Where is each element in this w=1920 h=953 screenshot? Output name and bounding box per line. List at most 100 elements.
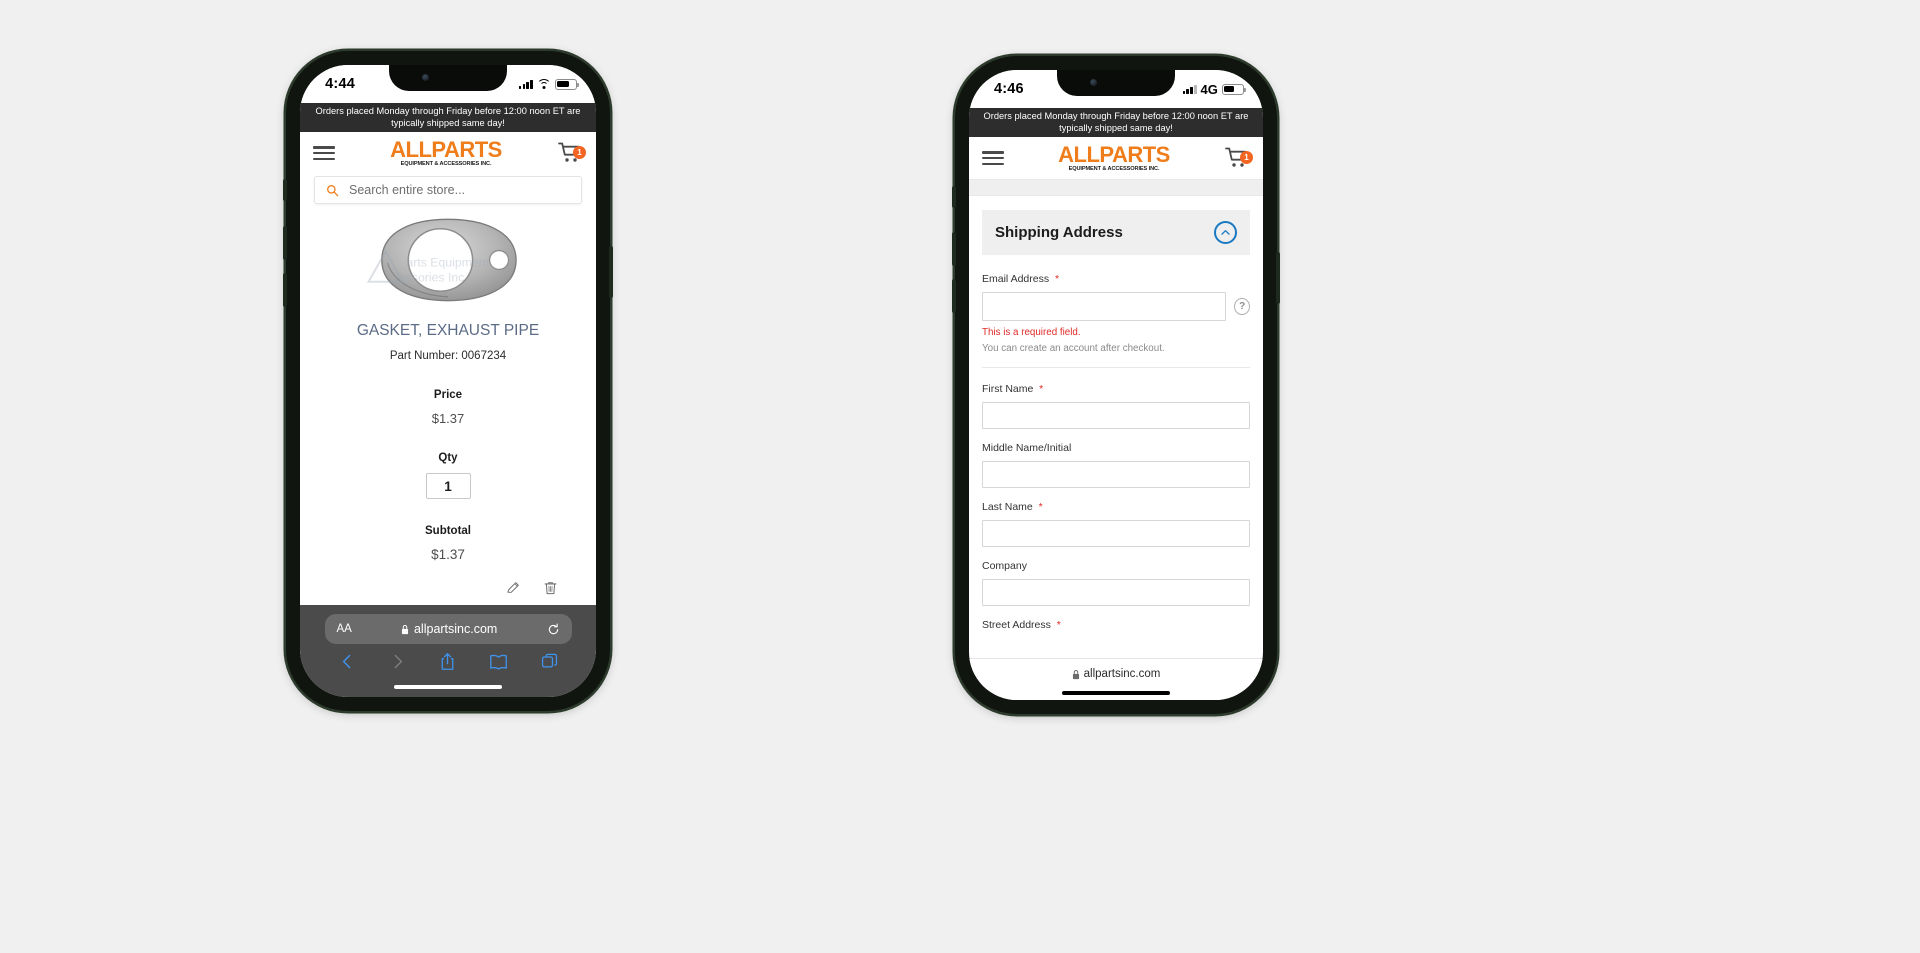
hamburger-icon[interactable] xyxy=(982,151,1004,165)
phone-left-power-button[interactable] xyxy=(609,246,613,298)
field-street-address: Street Address * xyxy=(969,606,1263,631)
safari-minimized-bar[interactable]: allpartsinc.com xyxy=(969,658,1263,700)
required-marker: * xyxy=(1036,383,1044,396)
cart-count-value: 1 xyxy=(577,148,582,158)
status-bar-left: 4:44 xyxy=(300,65,596,103)
site-header-left: ALLPARTS EQUIPMENT & ACCESSORIES INC. 1 xyxy=(300,132,596,175)
promo-banner-text: Orders placed Monday through Friday befo… xyxy=(315,106,581,128)
lock-icon xyxy=(401,624,409,634)
battery-icon xyxy=(554,78,579,90)
wifi-icon xyxy=(536,79,551,89)
phone-right: 4:46 4G Orders placed Monday through Fri… xyxy=(952,56,1280,714)
email-hint: You can create an account after checkout… xyxy=(982,343,1165,355)
book-icon[interactable] xyxy=(489,654,508,670)
field-label: First Name * xyxy=(982,383,1250,395)
email-field[interactable] xyxy=(982,292,1227,322)
pencil-icon[interactable] xyxy=(506,580,521,595)
field-first-name: First Name * xyxy=(969,368,1263,430)
status-bar-right: 4:46 4G xyxy=(969,70,1263,108)
text-size-button[interactable]: AA xyxy=(337,623,352,635)
safari-url-center: allpartsinc.com xyxy=(401,622,497,636)
exhaust-gasket-image: arts Equipment essories Inc. xyxy=(366,218,517,302)
logo-sub-text: EQUIPMENT & ACCESSORIES INC. xyxy=(400,160,492,167)
phone-right-volume-down[interactable] xyxy=(952,279,956,313)
logo-sub-text: EQUIPMENT & ACCESSORIES INC. xyxy=(1068,165,1160,172)
trash-icon[interactable] xyxy=(543,580,558,596)
front-camera xyxy=(421,74,429,81)
field-label: Company xyxy=(982,560,1027,573)
phone-right-silent-switch[interactable] xyxy=(952,186,956,208)
chevron-up-icon xyxy=(1221,230,1230,235)
phone-left-volume-up[interactable] xyxy=(283,226,287,260)
field-label: Email Address * xyxy=(982,273,1250,285)
screenshot-canvas: 4:44 Orders placed Monday through Friday… xyxy=(0,0,1920,953)
chevron-right-icon xyxy=(394,654,402,669)
promo-banner: Orders placed Monday through Friday befo… xyxy=(300,103,596,133)
signal-bars-icon xyxy=(1182,84,1197,94)
field-email-address: Email Address * ? This is a required fie… xyxy=(969,255,1263,354)
cart-button[interactable]: 1 xyxy=(1224,146,1253,170)
reload-icon[interactable] xyxy=(547,623,560,636)
required-marker: * xyxy=(1053,619,1061,632)
email-error-message: This is a required field. xyxy=(982,327,1081,339)
status-time: 4:46 xyxy=(993,81,1024,97)
phone-left-silent-switch[interactable] xyxy=(283,179,287,201)
notch xyxy=(389,65,507,91)
product-image: arts Equipment essories Inc. xyxy=(316,214,580,306)
cart-count-badge: 1 xyxy=(1239,151,1253,165)
search-icon xyxy=(327,184,339,197)
share-icon[interactable] xyxy=(439,652,456,671)
shipping-address-section-header[interactable]: Shipping Address xyxy=(982,210,1250,256)
field-label-text: Email Address xyxy=(982,273,1050,286)
qty-row: 1 xyxy=(316,473,580,500)
promo-banner: Orders placed Monday through Friday befo… xyxy=(969,108,1263,138)
subtotal-value: $1.37 xyxy=(431,547,465,563)
tabs-icon[interactable] xyxy=(541,653,558,670)
logo-main-text: ALLPARTS xyxy=(390,136,502,162)
field-middle-name: Middle Name/Initial xyxy=(969,429,1263,489)
signal-bars-icon xyxy=(518,79,533,89)
home-indicator xyxy=(1062,691,1170,695)
status-time: 4:44 xyxy=(325,76,355,92)
safari-nav-tools xyxy=(300,652,596,671)
battery-icon xyxy=(1221,83,1247,95)
phone-left-volume-down[interactable] xyxy=(283,273,287,307)
promo-banner-text: Orders placed Monday through Friday befo… xyxy=(983,111,1249,133)
section-title: Shipping Address xyxy=(995,224,1123,242)
svg-text:essories Inc.: essories Inc. xyxy=(399,271,468,285)
safari-url-bar[interactable]: AA allpartsinc.com xyxy=(324,614,572,644)
last-name-field[interactable] xyxy=(982,520,1250,548)
field-company: Company xyxy=(969,547,1263,607)
safari-url-text: allpartsinc.com xyxy=(1083,668,1161,680)
qty-label: Qty xyxy=(438,452,458,465)
site-logo[interactable]: ALLPARTS EQUIPMENT & ACCESSORIES INC. xyxy=(390,136,502,168)
collapsed-section-strip[interactable] xyxy=(969,180,1263,196)
chevron-left-icon[interactable] xyxy=(339,653,356,670)
search-input[interactable]: Search entire store... xyxy=(314,176,582,205)
company-field[interactable] xyxy=(982,579,1250,607)
price-value: $1.37 xyxy=(431,411,465,427)
product-detail: arts Equipment essories Inc. GASKET, EXH… xyxy=(300,214,596,596)
cart-count-badge: 1 xyxy=(572,146,586,160)
qty-input[interactable]: 1 xyxy=(425,473,471,500)
phone-left: 4:44 Orders placed Monday through Friday… xyxy=(283,51,613,711)
svg-text:arts Equipment: arts Equipment xyxy=(406,256,489,270)
safari-url-center: allpartsinc.com xyxy=(1072,668,1161,680)
chevron-up-circle-icon[interactable] xyxy=(1214,221,1237,245)
hamburger-icon[interactable] xyxy=(313,146,335,160)
front-camera xyxy=(1089,79,1097,86)
cart-button[interactable]: 1 xyxy=(557,141,586,165)
phone-right-power-button[interactable] xyxy=(1276,252,1280,304)
field-label: Middle Name/Initial xyxy=(982,442,1072,455)
site-header-right: ALLPARTS EQUIPMENT & ACCESSORIES INC. 1 xyxy=(969,137,1263,180)
notch xyxy=(1057,70,1175,96)
required-marker: * xyxy=(1052,273,1060,286)
price-label: Price xyxy=(433,389,463,402)
field-label: Street Address * xyxy=(982,619,1250,631)
question-mark-icon[interactable]: ? xyxy=(1234,298,1250,316)
phone-right-volume-up[interactable] xyxy=(952,232,956,266)
item-actions xyxy=(316,580,580,596)
middle-name-field[interactable] xyxy=(982,461,1250,489)
site-logo[interactable]: ALLPARTS EQUIPMENT & ACCESSORIES INC. xyxy=(1058,143,1170,173)
first-name-field[interactable] xyxy=(982,402,1250,430)
